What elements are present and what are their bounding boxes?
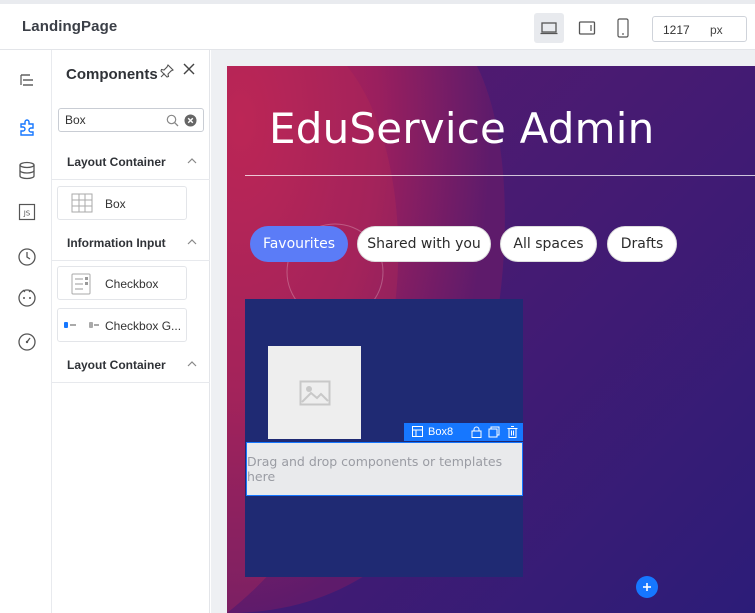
clear-search-icon[interactable]	[184, 114, 197, 127]
box-grid-icon	[412, 426, 423, 437]
lock-icon[interactable]	[471, 426, 482, 438]
copy-icon[interactable]	[488, 426, 500, 438]
desktop-icon	[540, 22, 558, 35]
hero-title: EduService Admin	[269, 104, 655, 153]
component-search-input[interactable]	[65, 112, 161, 128]
hero-divider	[245, 175, 755, 176]
app-title: LandingPage	[22, 18, 118, 35]
performance-icon[interactable]	[16, 331, 38, 353]
top-bar: LandingPage 1217 px	[0, 0, 755, 50]
checkbox-group-icon	[64, 322, 99, 328]
section-label: Layout Container	[67, 358, 166, 372]
outline-icon[interactable]	[16, 70, 38, 92]
component-checkbox-group[interactable]: Checkbox G...	[57, 308, 187, 342]
components-icon[interactable]	[16, 116, 38, 138]
section-information-input[interactable]: Information Input	[52, 225, 210, 261]
database-icon[interactable]	[16, 160, 38, 182]
section-label: Information Input	[67, 236, 166, 250]
delete-icon[interactable]	[507, 426, 518, 438]
content-card[interactable]: Box8 Drag and drop components or templat…	[245, 299, 523, 577]
canvas-width-value: 1217	[663, 23, 690, 37]
image-icon	[299, 380, 330, 405]
component-checkbox[interactable]: Checkbox	[57, 266, 187, 300]
mobile-icon	[617, 18, 629, 38]
add-component-button[interactable]	[636, 576, 658, 598]
mobile-view-button[interactable]	[608, 13, 638, 43]
tab-drafts[interactable]: Drafts	[607, 226, 677, 262]
component-label: Checkbox	[105, 277, 159, 291]
chevron-up-icon	[187, 361, 197, 367]
close-icon[interactable]	[182, 62, 196, 76]
canvas-area: EduService Admin Favourites Shared with …	[211, 50, 755, 613]
pin-icon[interactable]	[160, 64, 174, 78]
component-label: Box	[105, 197, 126, 211]
drop-zone[interactable]: Drag and drop components or templates he…	[246, 442, 523, 496]
history-icon[interactable]	[16, 246, 38, 268]
left-icon-rail: JS	[0, 50, 52, 613]
components-panel: Components Layout Container Box	[52, 50, 210, 613]
section-label: Layout Container	[67, 155, 166, 169]
chevron-up-icon	[187, 239, 197, 245]
section-layout-container-2[interactable]: Layout Container	[52, 347, 210, 383]
js-icon[interactable]: JS	[16, 201, 38, 223]
desktop-view-button[interactable]	[534, 13, 564, 43]
selected-box-toolbar: Box8	[404, 423, 523, 441]
chevron-up-icon	[187, 158, 197, 164]
component-label: Checkbox G...	[105, 319, 182, 333]
canvas-width-input[interactable]: 1217 px	[652, 16, 747, 42]
tablet-icon	[578, 21, 596, 35]
tablet-view-button[interactable]	[572, 13, 602, 43]
panel-title: Components	[66, 66, 158, 83]
svg-text:JS: JS	[23, 210, 31, 218]
tab-shared-with-you[interactable]: Shared with you	[357, 226, 491, 262]
component-box[interactable]: Box	[57, 186, 187, 220]
face-icon[interactable]	[16, 286, 38, 308]
component-search[interactable]	[58, 108, 204, 132]
plus-icon	[643, 583, 651, 591]
image-placeholder[interactable]	[268, 346, 361, 439]
box-grid-icon	[71, 193, 93, 213]
tab-favourites[interactable]: Favourites	[250, 226, 348, 262]
section-layout-container[interactable]: Layout Container	[52, 144, 210, 180]
tab-all-spaces[interactable]: All spaces	[500, 226, 597, 262]
checkbox-icon	[71, 273, 91, 295]
page-stage[interactable]: EduService Admin Favourites Shared with …	[227, 66, 755, 613]
canvas-width-unit: px	[710, 23, 723, 37]
search-icon	[166, 114, 179, 127]
selected-box-name: Box8	[428, 426, 454, 438]
